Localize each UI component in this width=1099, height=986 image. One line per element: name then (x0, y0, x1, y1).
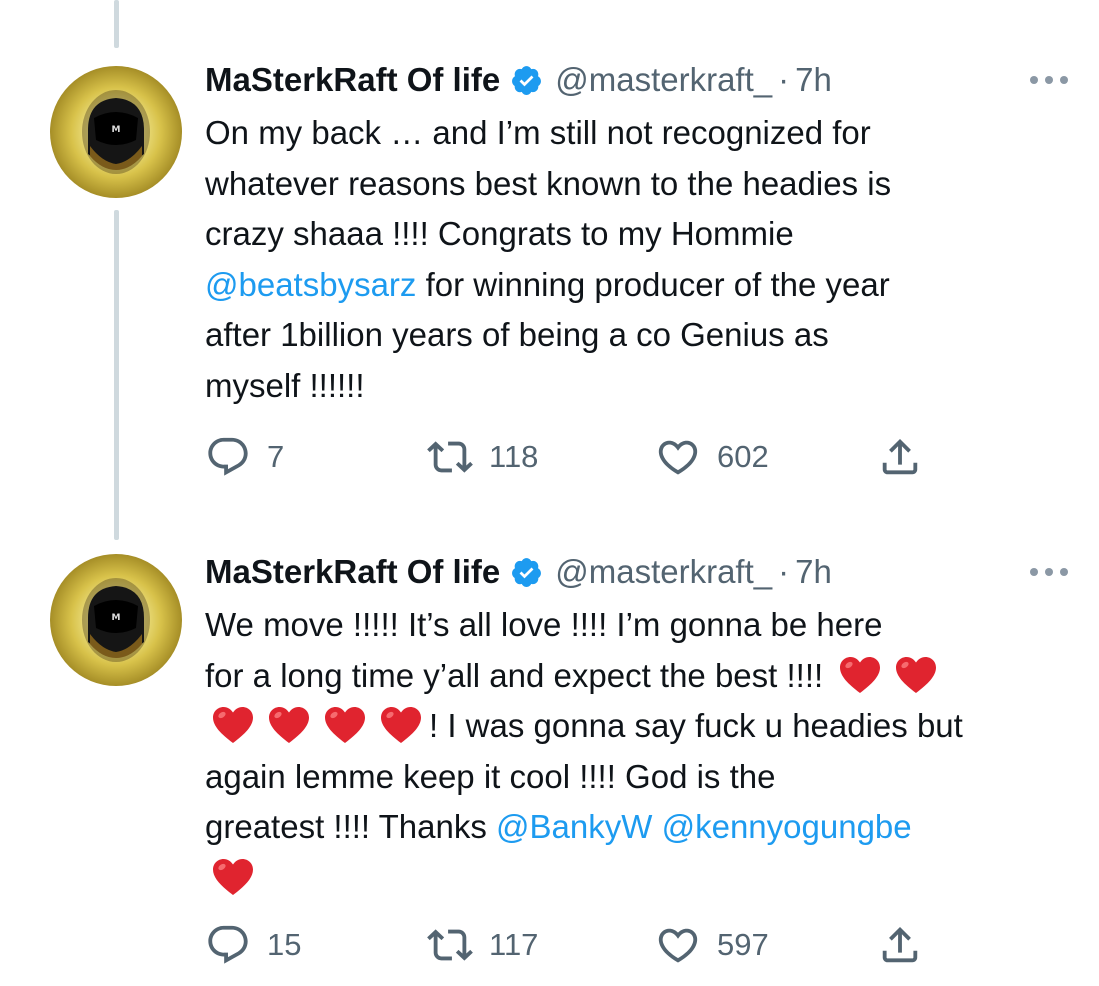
share-icon (882, 926, 918, 963)
separator-dot: · (778, 553, 790, 590)
mention-link[interactable]: @kennyogungbe (662, 808, 912, 845)
author-name[interactable]: MaSterkRaft Of life (205, 553, 500, 591)
reply-count: 15 (267, 927, 302, 962)
heart-outline-icon (658, 440, 698, 475)
like-count: 597 (717, 927, 769, 962)
reply-button[interactable]: 7 (205, 434, 284, 480)
avatar-helmet-icon: M (82, 90, 150, 174)
retweet-icon (427, 441, 473, 473)
tweet-text-segment: after 1billion years of being a co Geniu… (205, 316, 829, 353)
tweet-text-line: for a long time y’all and expect the bes… (205, 651, 1085, 702)
svg-text:M: M (112, 613, 121, 623)
red-heart-emoji (896, 656, 937, 693)
author-handle[interactable]: @masterkraft_ (555, 553, 772, 591)
reply-count: 7 (267, 439, 285, 474)
tweet-text: We move !!!!! It’s all love !!!! I’m gon… (205, 600, 1085, 903)
tweet-text-line: greatest !!!! Thanks @BankyW @kennyogung… (205, 802, 1085, 853)
avatar-helmet-icon: M (82, 578, 150, 662)
heart-outline-icon (658, 928, 698, 963)
svg-text:M: M (112, 125, 121, 135)
more-horizontal-icon[interactable] (1030, 70, 1068, 90)
red-heart-emoji (325, 707, 365, 743)
timestamp[interactable]: 7h (795, 61, 832, 99)
timestamp[interactable]: 7h (795, 553, 832, 591)
avatar[interactable]: M (50, 554, 182, 686)
retweet-count: 117 (489, 927, 539, 962)
tweet-text-segment: for winning producer of the year (416, 265, 890, 303)
tweet-text-segment (652, 808, 661, 845)
tweet-text-line: again lemme keep it cool !!!! God is the (205, 752, 1085, 803)
reply-button[interactable]: 15 (205, 922, 301, 968)
tweet-header: MaSterkRaft Of life @masterkraft_ · 7h (205, 60, 832, 100)
share-icon (882, 438, 918, 475)
red-heart-emoji (269, 707, 309, 743)
tweet-text-line: crazy shaaa !!!! Congrats to my Hommie (205, 209, 1085, 260)
retweet-count: 118 (489, 439, 539, 474)
tweet-text-line: ! I was gonna say fuck u headies but (205, 701, 1085, 752)
reply-icon (208, 925, 248, 964)
tweet-text-segment: On my back … and I’m still not recognize… (205, 114, 871, 151)
red-heart-emoji (381, 707, 421, 743)
mention-link[interactable]: @beatsbysarz (205, 266, 416, 303)
like-button[interactable]: 597 (655, 922, 769, 968)
tweet-text-line: On my back … and I’m still not recognize… (205, 108, 1085, 159)
red-heart-emoji (213, 707, 253, 743)
tweet-text: On my back … and I’m still not recognize… (205, 108, 1085, 411)
tweet-text-segment: greatest !!!! Thanks (205, 808, 497, 845)
retweet-button[interactable]: 117 (427, 922, 538, 968)
share-button[interactable] (877, 922, 923, 968)
avatar[interactable]: M (50, 66, 182, 198)
separator-dot: · (778, 61, 790, 98)
tweet-header: MaSterkRaft Of life @masterkraft_ · 7h (205, 552, 832, 592)
tweet-text-line: whatever reasons best known to the headi… (205, 159, 1085, 210)
tweet-text-segment: again lemme keep it cool !!!! God is the (205, 757, 776, 795)
tweet-text-segment: whatever reasons best known to the headi… (205, 164, 892, 202)
retweet-icon (427, 929, 473, 961)
tweet-text-line: myself !!!!!! (205, 361, 1085, 412)
tweet-text-segment: for a long time y’all and expect the bes… (205, 656, 833, 694)
share-button[interactable] (877, 434, 923, 480)
tweet-text-line (205, 853, 1085, 904)
red-heart-emoji (213, 858, 253, 895)
thread-line-middle (114, 210, 119, 540)
retweet-button[interactable]: 118 (427, 434, 538, 480)
author-handle[interactable]: @masterkraft_ (555, 61, 772, 99)
tweet-text-segment: ! I was gonna say fuck u headies but (429, 707, 963, 744)
thread-line-top (114, 0, 119, 48)
tweet-text-segment: myself !!!!!! (205, 366, 365, 404)
tweet-text-line: @beatsbysarz for winning producer of the… (205, 260, 1085, 311)
author-name[interactable]: MaSterkRaft Of life (205, 61, 500, 99)
mention-link[interactable]: @BankyW (496, 808, 652, 845)
verified-badge-icon (512, 65, 542, 95)
tweet-text-line: We move !!!!! It’s all love !!!! I’m gon… (205, 600, 1085, 651)
red-heart-emoji (840, 656, 881, 693)
reply-icon (208, 437, 248, 476)
tweet-text-segment: crazy shaaa !!!! Congrats to my Hommie (205, 215, 794, 252)
tweet-text-line: after 1billion years of being a co Geniu… (205, 310, 1085, 361)
verified-badge-icon (512, 557, 542, 587)
like-button[interactable]: 602 (655, 434, 769, 480)
like-count: 602 (717, 439, 769, 474)
more-horizontal-icon[interactable] (1030, 562, 1068, 582)
tweet-text-segment: We move !!!!! It’s all love !!!! I’m gon… (205, 606, 883, 643)
